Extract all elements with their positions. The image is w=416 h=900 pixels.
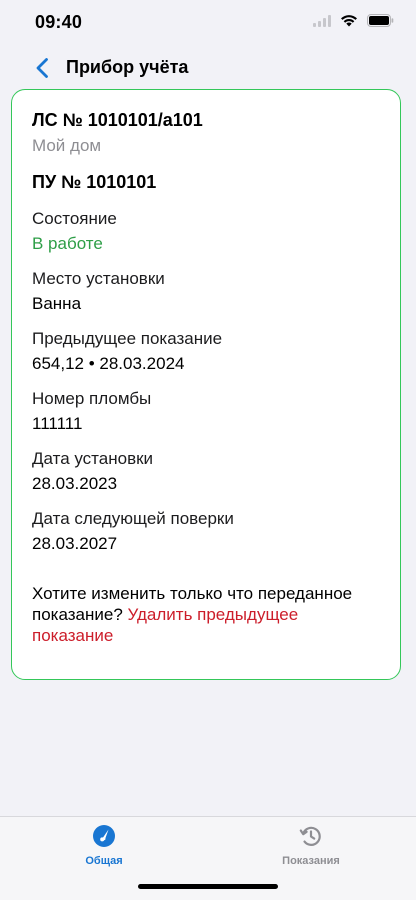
- chevron-left-icon: [36, 58, 48, 78]
- field-install-date: Дата установки 28.03.2023: [32, 447, 384, 496]
- home-indicator: [138, 884, 278, 889]
- back-button[interactable]: [28, 54, 56, 82]
- meter-number: ПУ № 1010101: [32, 172, 157, 192]
- field-value: 28.03.2023: [32, 474, 118, 493]
- status-bar: 09:40: [0, 0, 416, 46]
- field-label: Номер пломбы: [32, 389, 152, 408]
- field-label: Место установки: [32, 269, 165, 288]
- meter-card-content: ЛС № 1010101/а101 Мой дом ПУ № 1010101 С…: [32, 108, 384, 646]
- navigation-bar: Прибор учёта: [0, 46, 416, 90]
- field-value: 111111: [32, 414, 83, 433]
- account-home-name: Мой дом: [32, 136, 102, 155]
- field-label: Предыдущее показание: [32, 329, 223, 348]
- status-time: 09:40: [35, 12, 83, 32]
- cellular-signal-icon: [313, 14, 331, 27]
- tab-label: Показания: [282, 855, 340, 867]
- field-status: Состояние В работе: [32, 207, 384, 256]
- account-number: ЛС № 1010101/а101: [32, 110, 203, 130]
- edit-reading-hint: Хотите изменить только что переданное по…: [32, 583, 382, 646]
- tab-general[interactable]: Общая: [44, 823, 164, 867]
- wifi-icon: [340, 14, 358, 27]
- gauge-icon: [91, 823, 117, 849]
- field-value: Ванна: [32, 294, 82, 313]
- history-icon: [298, 823, 324, 849]
- field-label: Состояние: [32, 209, 117, 228]
- meter-card: ЛС № 1010101/а101 Мой дом ПУ № 1010101 С…: [11, 89, 401, 680]
- battery-icon: [367, 14, 394, 27]
- field-seal-number: Номер пломбы 111111: [32, 387, 384, 436]
- tab-readings[interactable]: Показания: [251, 823, 371, 867]
- field-label: Дата следующей поверки: [32, 509, 234, 528]
- status-icons: [313, 14, 394, 27]
- field-next-verification-date: Дата следующей поверки 28.03.2027: [32, 507, 384, 556]
- field-value: 28.03.2027: [32, 534, 118, 553]
- tab-label: Общая: [85, 855, 123, 867]
- field-value: 654,12 • 28.03.2024: [32, 354, 185, 373]
- field-install-location: Место установки Ванна: [32, 267, 384, 316]
- field-label: Дата установки: [32, 449, 154, 468]
- page-title: Прибор учёта: [66, 57, 189, 77]
- field-previous-reading: Предыдущее показание 654,12 • 28.03.2024: [32, 327, 384, 376]
- status-value: В работе: [32, 234, 103, 253]
